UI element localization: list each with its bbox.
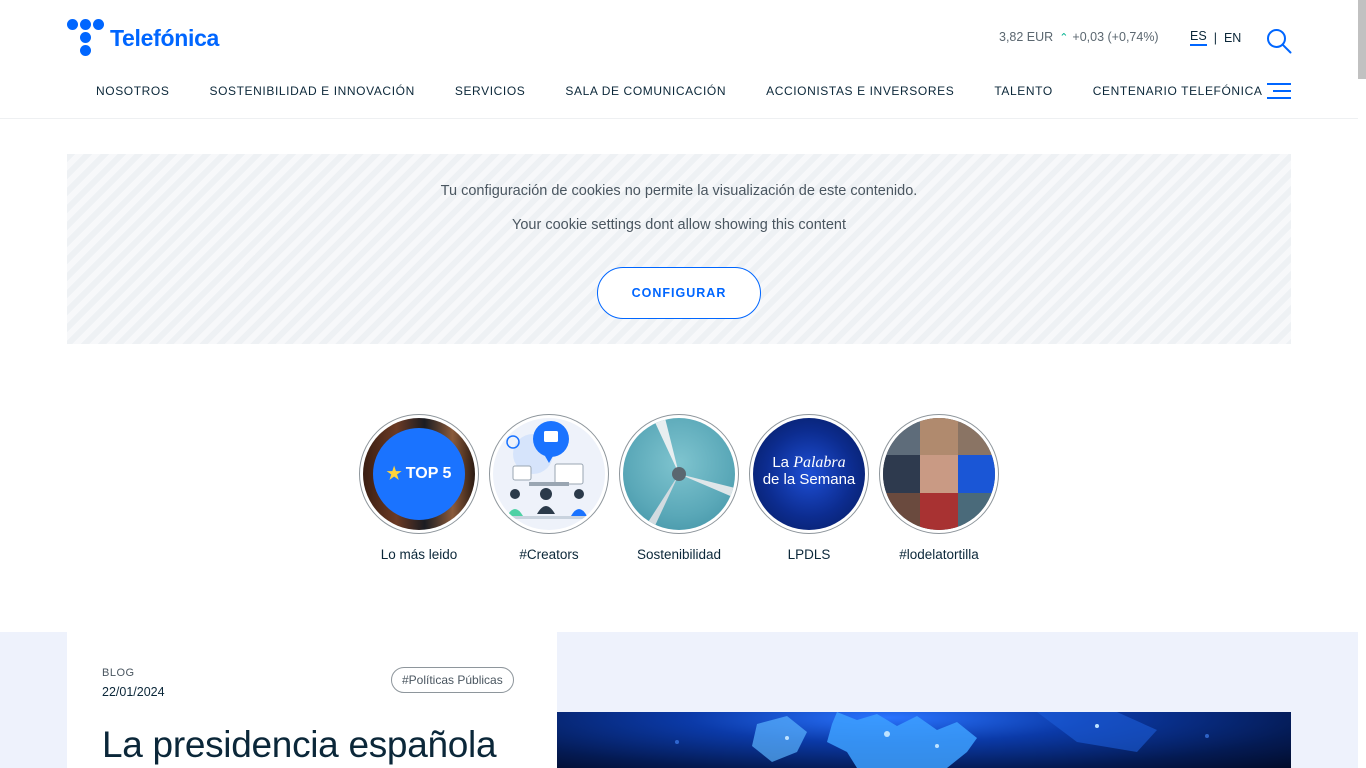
story-title-line1: La	[772, 454, 794, 471]
nav-item-sostenibilidad[interactable]: SOSTENIBILIDAD E INNOVACIÓN	[209, 84, 414, 98]
cookie-blocked-content: Tu configuración de cookies no permite l…	[67, 154, 1291, 344]
scrollbar-track[interactable]	[1358, 0, 1366, 768]
story-lo-mas-leido[interactable]: ★ TOP 5 Lo más leido	[359, 414, 479, 562]
story-avatar[interactable]	[489, 414, 609, 534]
stories-carousel: ★ TOP 5 Lo más leido #Creators Sostenibi…	[359, 414, 999, 562]
nav-item-sala-comunicacion[interactable]: SALA DE COMUNICACIÓN	[565, 84, 726, 98]
stock-price: 3,82 EUR	[999, 30, 1054, 44]
story-title-line2: de la Semana	[762, 471, 856, 488]
nav-item-centenario[interactable]: CENTENARIO TELEFÓNICA	[1093, 84, 1263, 98]
language-switcher: ES | EN	[1190, 29, 1241, 46]
logo-text: Telefónica	[110, 24, 220, 51]
europe-map-icon	[675, 712, 1209, 768]
story-title-italic: Palabra	[793, 454, 846, 471]
story-badge: TOP 5	[405, 465, 452, 482]
stock-change: +0,03 (+0,74%)	[1072, 30, 1159, 44]
story-lpdls[interactable]: La Palabra de la Semana LPDLS	[749, 414, 869, 562]
article-date: 22/01/2024	[102, 685, 165, 699]
article-category: BLOG	[102, 667, 135, 679]
wind-turbine-icon	[643, 418, 735, 530]
story-avatar[interactable]: La Palabra de la Semana	[749, 414, 869, 534]
article-image[interactable]	[557, 712, 1291, 768]
story-sostenibilidad[interactable]: Sostenibilidad	[619, 414, 739, 562]
configure-cookies-button[interactable]: CONFIGURAR	[597, 267, 761, 319]
scrollbar-thumb[interactable]	[1358, 0, 1366, 79]
cookie-message-es: Tu configuración de cookies no permite l…	[440, 183, 918, 199]
story-label[interactable]: Sostenibilidad	[637, 547, 721, 562]
lang-es-link[interactable]: ES	[1190, 29, 1207, 46]
story-label[interactable]: #lodelatortilla	[899, 547, 979, 562]
cookie-message-en: Your cookie settings dont allow showing …	[512, 217, 846, 233]
creators-illustration-icon	[503, 421, 595, 519]
search-icon[interactable]	[1266, 28, 1292, 54]
lang-separator: |	[1213, 30, 1217, 45]
lang-en-link[interactable]: EN	[1224, 31, 1241, 45]
story-creators[interactable]: #Creators	[489, 414, 609, 562]
logo[interactable]: Telefónica	[67, 19, 219, 57]
story-label[interactable]: Lo más leido	[381, 547, 458, 562]
photo-collage	[883, 418, 995, 530]
site-header: Telefónica 3,82 EUR ⌃ +0,03 (+0,74%) ES …	[0, 0, 1358, 119]
feature-card[interactable]: BLOG 22/01/2024 #Políticas Públicas La p…	[67, 632, 557, 768]
hamburger-menu-icon[interactable]	[1267, 83, 1291, 99]
nav-item-accionistas[interactable]: ACCIONISTAS E INVERSORES	[766, 84, 954, 98]
story-lodelatortilla[interactable]: #lodelatortilla	[879, 414, 999, 562]
telefonica-logo-icon	[67, 19, 105, 57]
nav-item-servicios[interactable]: SERVICIOS	[455, 84, 526, 98]
main-nav: NOSOTROS SOSTENIBILIDAD E INNOVACIÓN SER…	[96, 84, 1263, 98]
chevron-up-icon: ⌃	[1059, 31, 1069, 44]
article-headline[interactable]: La presidencia española	[102, 724, 497, 766]
story-label[interactable]: #Creators	[519, 547, 578, 562]
stock-ticker: 3,82 EUR ⌃ +0,03 (+0,74%)	[999, 30, 1159, 44]
story-avatar[interactable]	[619, 414, 739, 534]
story-avatar[interactable]	[879, 414, 999, 534]
story-avatar[interactable]: ★ TOP 5	[359, 414, 479, 534]
article-tag[interactable]: #Políticas Públicas	[391, 667, 514, 693]
story-label[interactable]: LPDLS	[788, 547, 831, 562]
nav-item-nosotros[interactable]: NOSOTROS	[96, 84, 169, 98]
nav-item-talento[interactable]: TALENTO	[994, 84, 1052, 98]
star-icon: ★	[386, 464, 402, 483]
